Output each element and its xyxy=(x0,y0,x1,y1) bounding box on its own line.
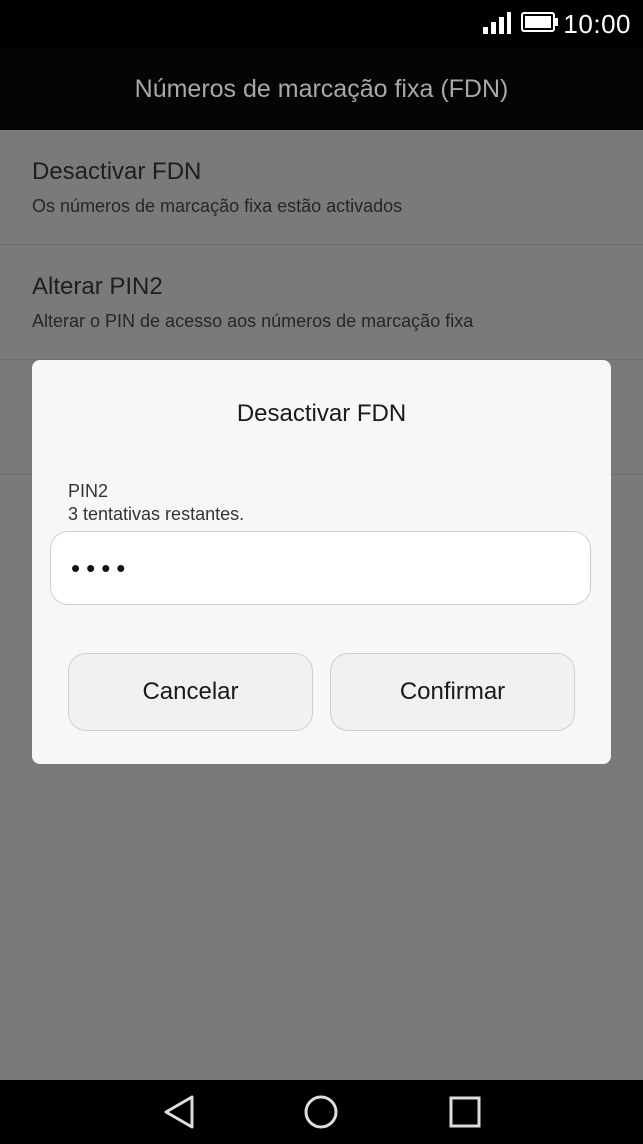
pin-dialog: Desactivar FDN PIN2 3 tentativas restant… xyxy=(32,360,611,764)
back-icon[interactable] xyxy=(162,1094,196,1130)
page-title: Números de marcação fixa (FDN) xyxy=(0,48,643,130)
navigation-bar xyxy=(0,1080,643,1144)
pin-label: PIN2 xyxy=(68,481,109,501)
battery-icon xyxy=(521,12,558,32)
list-item-alterar-pin2[interactable]: Alterar PIN2 Alterar o PIN de acesso aos… xyxy=(0,245,643,360)
home-icon[interactable] xyxy=(303,1094,339,1130)
list-item-subtitle: Os números de marcação fixa estão activa… xyxy=(32,196,403,216)
confirm-button[interactable]: Confirmar xyxy=(330,653,575,731)
list-item-title: Alterar PIN2 xyxy=(32,273,163,300)
pin-input[interactable]: •••• xyxy=(50,531,591,605)
recents-icon[interactable] xyxy=(448,1094,482,1130)
signal-icon xyxy=(483,12,511,34)
list-item-subtitle: Alterar o PIN de acesso aos números de m… xyxy=(32,311,474,331)
status-bar: 10:00 xyxy=(0,0,643,48)
attempts-text: 3 tentativas restantes. xyxy=(68,504,245,524)
list-item-title: Desactivar FDN xyxy=(32,158,202,185)
status-time: 10:00 xyxy=(563,9,631,39)
cancel-button[interactable]: Cancelar xyxy=(68,653,313,731)
list-item-desactivar-fdn[interactable]: Desactivar FDN Os números de marcação fi… xyxy=(0,130,643,245)
dialog-title: Desactivar FDN xyxy=(236,400,407,427)
